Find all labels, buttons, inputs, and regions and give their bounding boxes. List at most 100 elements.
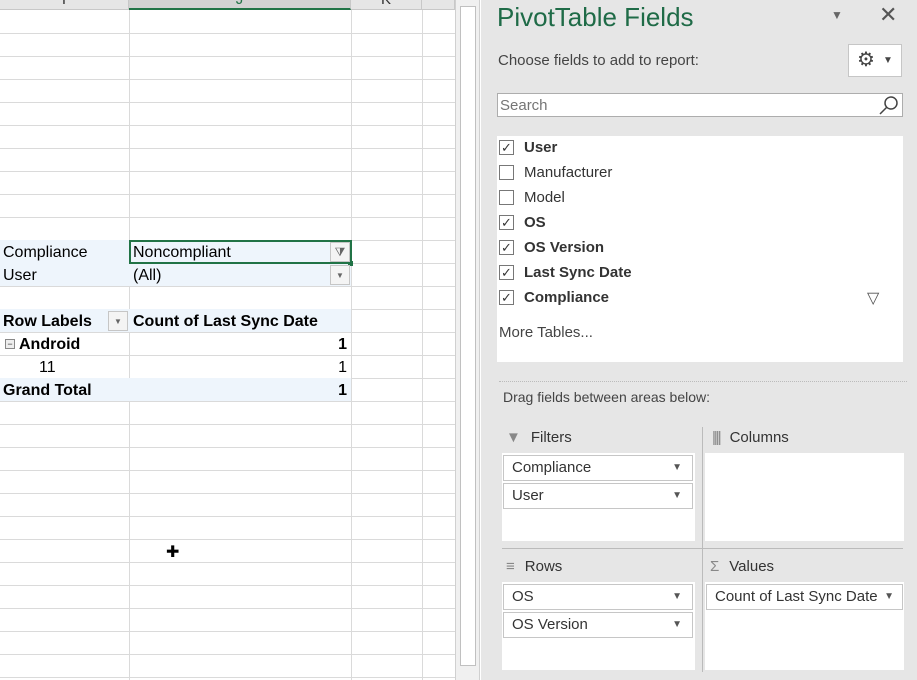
chevron-down-icon[interactable]: ▼: [672, 613, 682, 637]
field-item[interactable]: ✓ Last Sync Date: [499, 260, 632, 285]
filters-chip-compliance[interactable]: Compliance ▼: [503, 455, 693, 481]
row-labels-dropdown-icon[interactable]: ▼: [108, 311, 128, 331]
row-value-version: 1: [338, 359, 347, 376]
grand-total-label: Grand Total: [3, 382, 92, 399]
area-horizontal-divider: [502, 548, 903, 549]
filters-chip-user[interactable]: User ▼: [503, 483, 693, 509]
row-value-android: 1: [338, 336, 347, 353]
rows-chip-os-version[interactable]: OS Version ▼: [503, 612, 693, 638]
row-gridline: [0, 562, 455, 563]
search-icon: [879, 96, 898, 115]
field-item[interactable]: ✓ OS Version: [499, 235, 604, 260]
chevron-down-icon[interactable]: ▼: [672, 484, 682, 508]
checkbox-checked[interactable]: ✓: [499, 265, 514, 280]
rows-icon: ≡: [506, 558, 515, 575]
gear-icon: ⚙: [857, 49, 875, 71]
column-header-k[interactable]: K: [351, 0, 422, 10]
filter-label-user: User: [3, 267, 37, 284]
checkbox-unchecked[interactable]: [499, 190, 514, 205]
pivottable-fields-pane: PivotTable Fields ▼ ✕ Choose fields to a…: [481, 0, 917, 680]
row-gridline: [0, 194, 455, 195]
row-gridline: [0, 125, 455, 126]
checkbox-checked[interactable]: ✓: [499, 290, 514, 305]
dropdown-arrow-icon[interactable]: ▼: [330, 265, 350, 285]
row-label-android: Android: [19, 336, 81, 353]
checkbox-checked[interactable]: ✓: [499, 240, 514, 255]
pane-title: PivotTable Fields: [497, 2, 694, 32]
columns-drop-area[interactable]: [705, 453, 904, 541]
rows-chip-os[interactable]: OS ▼: [503, 584, 693, 610]
filters-drop-area[interactable]: Compliance ▼ User ▼: [502, 453, 695, 541]
row-label-version: 11: [39, 359, 56, 376]
row-gridline: [0, 217, 455, 218]
rows-area-header: ≡ Rows: [506, 558, 562, 575]
chip-label: User: [512, 487, 544, 504]
vertical-scrollbar[interactable]: [455, 0, 480, 680]
column-header-l[interactable]: [422, 0, 455, 10]
filter-applied-dropdown-icon[interactable]: ⧩: [330, 242, 350, 262]
field-item[interactable]: ✓ Compliance: [499, 285, 609, 310]
field-label: OS: [524, 214, 546, 231]
chevron-down-icon[interactable]: ▼: [672, 456, 682, 480]
row-gridline: [0, 148, 455, 149]
checkbox-checked[interactable]: ✓: [499, 215, 514, 230]
drag-fields-label: Drag fields between areas below:: [503, 389, 711, 405]
scrollbar-thumb[interactable]: [460, 6, 476, 666]
field-item[interactable]: Manufacturer: [499, 160, 612, 185]
columns-area-header: |||| Columns: [712, 429, 789, 446]
field-label: OS Version: [524, 239, 605, 256]
field-label: Last Sync Date: [524, 264, 632, 281]
field-label: Manufacturer: [524, 164, 613, 181]
values-label: Values: [729, 558, 775, 575]
columns-label: Columns: [729, 429, 789, 446]
row-gridline: [0, 470, 455, 471]
pane-options-icon[interactable]: ▼: [831, 8, 843, 22]
row-gridline: [0, 33, 455, 34]
row-gridline: [0, 516, 455, 517]
search-box[interactable]: [497, 93, 903, 117]
chevron-down-icon[interactable]: ▼: [884, 585, 894, 609]
row-gridline: [0, 102, 455, 103]
values-area-header: Σ Values: [710, 558, 774, 575]
filters-label: Filters: [530, 429, 572, 446]
values-drop-area[interactable]: Count of Last Sync Date ▼: [705, 582, 904, 670]
tools-button[interactable]: ⚙ ▼: [848, 44, 902, 77]
columns-icon: ||||: [712, 429, 721, 446]
checkbox-unchecked[interactable]: [499, 165, 514, 180]
field-item[interactable]: ✓ User: [499, 135, 557, 160]
divider: [499, 381, 907, 382]
worksheet[interactable]: I J K Compliance Noncompliant ⧩ User (Al…: [0, 0, 455, 680]
row-gridline: [0, 424, 455, 425]
filter-label-compliance: Compliance: [3, 244, 88, 261]
active-cell-selection: [129, 240, 352, 264]
chevron-down-icon[interactable]: ▼: [672, 585, 682, 609]
close-icon[interactable]: ✕: [879, 2, 897, 28]
column-gridline: [422, 10, 423, 680]
field-label: Compliance: [524, 289, 610, 306]
sigma-icon: Σ: [710, 558, 720, 575]
column-header-j[interactable]: J: [129, 0, 351, 10]
row-gridline: [0, 56, 455, 57]
chip-label: Compliance: [512, 459, 592, 476]
field-label: User: [524, 139, 558, 156]
row-gridline: [0, 631, 455, 632]
minus-box-icon[interactable]: −: [5, 339, 15, 349]
column-header-i[interactable]: I: [0, 0, 129, 10]
choose-fields-label: Choose fields to add to report:: [498, 52, 699, 69]
rows-drop-area[interactable]: OS ▼ OS Version ▼: [502, 582, 695, 670]
search-input[interactable]: [498, 94, 868, 116]
filters-area-header: ▼ Filters: [506, 429, 572, 446]
field-item[interactable]: ✓ OS: [499, 210, 546, 235]
row-gridline: [0, 608, 455, 609]
more-tables-link[interactable]: More Tables...: [499, 324, 593, 341]
row-gridline: [0, 654, 455, 655]
filter-icon: ▽: [867, 290, 880, 307]
filter-value-user[interactable]: (All): [130, 264, 161, 287]
chip-label: OS: [512, 588, 534, 605]
chip-label: Count of Last Sync Date: [715, 588, 878, 605]
field-item[interactable]: Model: [499, 185, 565, 210]
chevron-down-icon: ▼: [882, 55, 893, 66]
checkbox-checked[interactable]: ✓: [499, 140, 514, 155]
row-gridline: [0, 585, 455, 586]
values-chip-count-last-sync[interactable]: Count of Last Sync Date ▼: [706, 584, 903, 610]
